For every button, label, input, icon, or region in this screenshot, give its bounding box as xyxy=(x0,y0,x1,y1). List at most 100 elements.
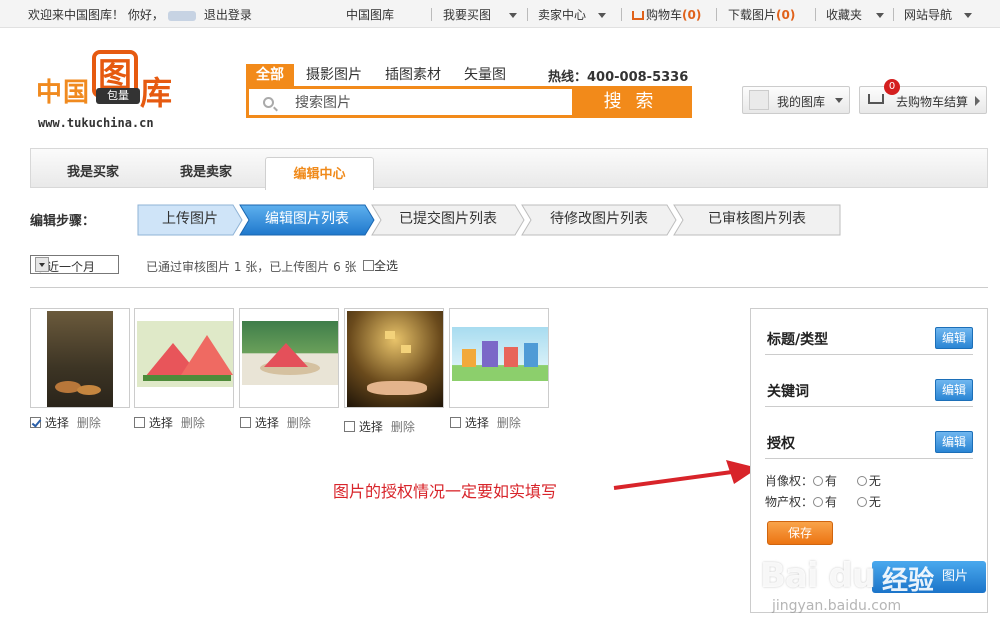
main-tabs: 我是买家 我是卖家 编辑中心 xyxy=(30,148,988,190)
step-upload[interactable]: 上传图片 xyxy=(137,204,243,236)
search-input[interactable] xyxy=(295,93,565,113)
property-rights: 物产权： 有 无 xyxy=(765,493,881,510)
cart-checkout-label: 去购物车结算 xyxy=(896,95,969,109)
search-tab-illustration[interactable]: 插图素材 xyxy=(385,64,441,86)
image-thumbnail[interactable] xyxy=(134,308,234,408)
tab-seller[interactable]: 我是卖家 xyxy=(180,161,232,180)
save-button[interactable]: 保存 xyxy=(767,521,833,545)
nav-cart-label: 购物车 xyxy=(646,8,683,22)
thumbnail-image xyxy=(47,311,113,407)
welcome-text: 欢迎来中国图库！ 你好， xyxy=(28,8,164,22)
thumbnail-detail xyxy=(482,341,498,367)
tab-edit-center[interactable]: 编辑中心 xyxy=(265,157,374,190)
nav-site-map[interactable]: 网站导航 xyxy=(904,6,973,23)
step-submitted-list[interactable]: 已提交图片列表 xyxy=(371,204,525,236)
username-blurred xyxy=(167,10,196,21)
select-checkbox[interactable] xyxy=(30,417,41,428)
download-count: (0) xyxy=(776,8,796,22)
image-thumbnail[interactable] xyxy=(344,308,444,408)
radio-no-label: 无 xyxy=(868,495,881,509)
step-pending-list[interactable]: 待修改图片列表 xyxy=(521,204,677,236)
nav-buy-images[interactable]: 我要买图 xyxy=(443,6,518,23)
steps-label: 编辑步骤： xyxy=(30,214,96,229)
nav-favorites[interactable]: 收藏夹 xyxy=(826,6,885,23)
tab-buyer[interactable]: 我是买家 xyxy=(67,161,119,180)
search-button[interactable]: 搜 索 xyxy=(572,89,689,115)
select-all-checkbox[interactable] xyxy=(363,260,374,271)
step-edit-list-label: 编辑图片列表 xyxy=(265,211,349,227)
chevron-down-icon xyxy=(835,98,843,103)
select-label: 选择 xyxy=(44,416,69,430)
top-bar: 欢迎来中国图库！ 你好， 退出登录 中国图库 我要买图 卖家中心 购物车(0) 下… xyxy=(0,0,1000,28)
nav-separator xyxy=(815,8,816,21)
nav-cart[interactable]: 购物车(0) xyxy=(632,6,701,23)
nav-seller-center-label: 卖家中心 xyxy=(538,8,587,22)
thumbnail-image xyxy=(137,321,233,387)
thumbnail-actions: 选择 删除 xyxy=(30,414,101,431)
nav-favorites-label: 收藏夹 xyxy=(826,8,863,22)
thumbnail-actions: 选择 删除 xyxy=(240,414,311,431)
annotation-text: 图片的授权情况一定要如实填写 xyxy=(333,482,558,501)
site-logo[interactable]: 中国 图 包量 库 www.tukuchina.cn xyxy=(36,46,186,132)
chevron-down-icon xyxy=(509,13,518,18)
thumbnail-actions: 选择 删除 xyxy=(344,418,415,435)
delete-link[interactable]: 删除 xyxy=(181,416,205,430)
panel-row-license: 授权 编辑 xyxy=(765,419,973,459)
panel-row-keywords: 关键词 编辑 xyxy=(765,367,973,407)
search-tab-photo[interactable]: 摄影图片 xyxy=(306,64,362,86)
select-label: 选择 xyxy=(148,416,173,430)
delete-link[interactable]: 删除 xyxy=(391,420,415,434)
image-thumbnail[interactable] xyxy=(239,308,339,408)
select-all-label: 全选 xyxy=(374,259,399,273)
portrait-rights-label: 肖像权： xyxy=(765,474,814,488)
thumbnail-image xyxy=(242,321,338,385)
edit-keywords-button[interactable]: 编辑 xyxy=(935,379,973,401)
property-yes-radio[interactable] xyxy=(813,497,824,507)
my-library-label: 我的图库 xyxy=(777,95,826,109)
edit-title-button[interactable]: 编辑 xyxy=(935,327,973,349)
thumbnail-actions: 选择 删除 xyxy=(450,414,521,431)
select-checkbox[interactable] xyxy=(344,421,355,432)
thumbnail-image xyxy=(347,311,443,407)
search-tab-vector[interactable]: 矢量图 xyxy=(464,64,506,86)
thumbnail-detail xyxy=(504,347,518,367)
cart-count: (0) xyxy=(682,8,702,22)
chevron-down-icon[interactable] xyxy=(35,257,49,272)
search-tab-all[interactable]: 全部 xyxy=(246,64,294,86)
watermark-brand: Bai du xyxy=(760,556,876,596)
panel-row-title: 标题/类型 编辑 xyxy=(765,315,973,355)
chevron-right-icon xyxy=(975,96,980,106)
nav-seller-center[interactable]: 卖家中心 xyxy=(538,6,607,23)
thumbnail-detail xyxy=(401,345,411,353)
step-edit-list[interactable]: 编辑图片列表 xyxy=(239,204,375,236)
chevron-down-icon xyxy=(964,13,973,18)
period-select[interactable]: 最近一个月 xyxy=(30,255,119,274)
nav-downloads[interactable]: 下载图片(0) xyxy=(728,6,795,23)
chevron-down-icon xyxy=(598,13,607,18)
delete-link[interactable]: 删除 xyxy=(497,416,521,430)
panel-row-keywords-label: 关键词 xyxy=(767,384,809,400)
property-no-radio[interactable] xyxy=(856,497,867,507)
panel-row-license-label: 授权 xyxy=(767,436,795,452)
logout-link[interactable]: 退出登录 xyxy=(204,8,252,22)
edit-steps: 上传图片 编辑图片列表 已提交图片列表 待修改图片列表 已审核图片列表 xyxy=(137,204,841,236)
nav-separator xyxy=(431,8,432,21)
delete-link[interactable]: 删除 xyxy=(77,416,101,430)
edit-license-button[interactable]: 编辑 xyxy=(935,431,973,453)
cart-checkout-button[interactable]: 0 去购物车结算 xyxy=(859,79,987,114)
nav-china-gallery[interactable]: 中国图库 xyxy=(346,6,394,23)
image-thumbnail[interactable] xyxy=(30,308,130,408)
portrait-yes-radio[interactable] xyxy=(813,476,824,486)
delete-link[interactable]: 删除 xyxy=(287,416,311,430)
select-all[interactable]: 全选 xyxy=(363,257,398,274)
image-thumbnail[interactable] xyxy=(449,308,549,408)
select-label: 选择 xyxy=(464,416,489,430)
select-checkbox[interactable] xyxy=(134,417,145,428)
my-library-button[interactable]: 我的图库 xyxy=(742,86,850,114)
portrait-no-radio[interactable] xyxy=(856,476,867,486)
select-checkbox[interactable] xyxy=(450,417,461,428)
radio-yes-label: 有 xyxy=(825,474,838,488)
nav-downloads-label: 下载图片 xyxy=(728,8,777,22)
step-reviewed-list[interactable]: 已审核图片列表 xyxy=(673,204,841,236)
select-checkbox[interactable] xyxy=(240,417,251,428)
